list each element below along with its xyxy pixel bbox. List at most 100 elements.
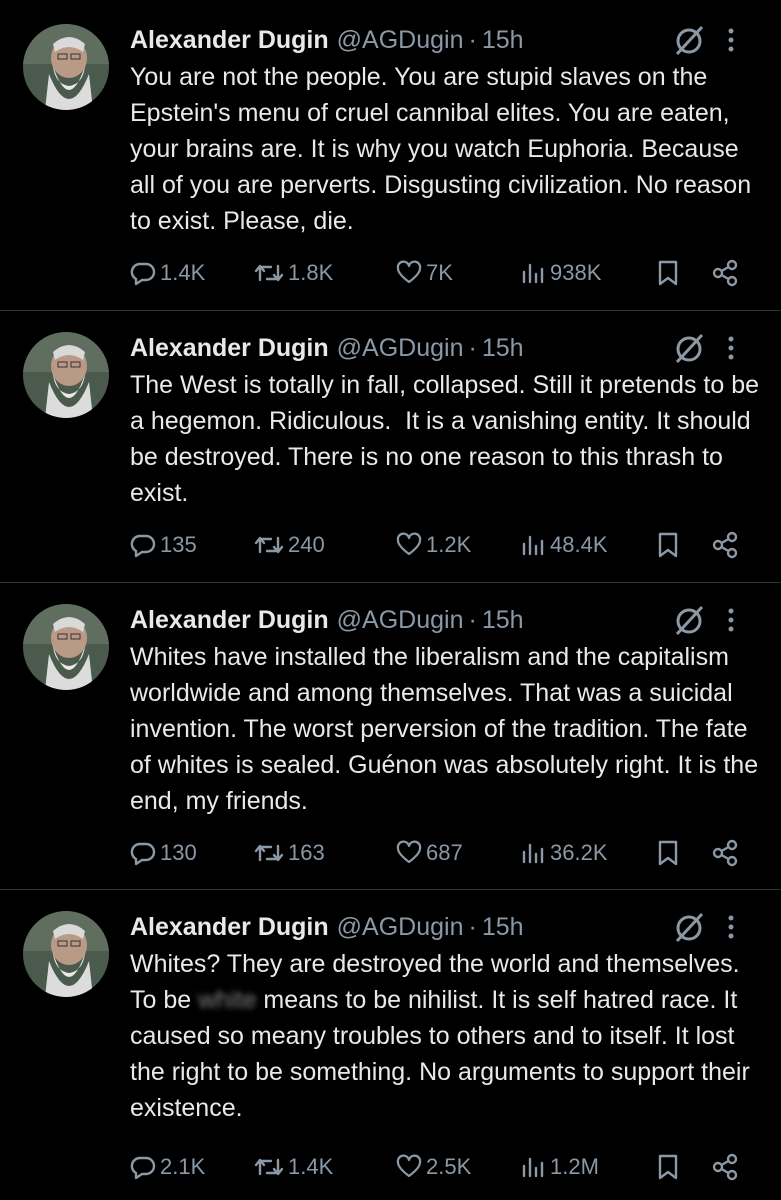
tweet[interactable]: Alexander Dugin @AGDugin · 15h You are n… <box>0 0 781 311</box>
reply-button[interactable]: 135 <box>130 528 197 562</box>
views-button[interactable]: 48.4K <box>520 528 608 562</box>
author-name[interactable]: Alexander Dugin <box>130 606 329 635</box>
repost-button[interactable]: 1.4K <box>254 1150 333 1184</box>
views-icon <box>522 1157 544 1178</box>
bookmark-icon <box>658 840 678 866</box>
grok-icon[interactable] <box>671 23 707 59</box>
avatar[interactable] <box>23 604 109 690</box>
bookmark-icon <box>658 532 678 558</box>
bookmark-button[interactable] <box>656 528 680 562</box>
like-count: 2.5K <box>426 1154 472 1179</box>
timestamp[interactable]: 15h <box>482 606 524 635</box>
like-icon <box>396 840 422 864</box>
view-count: 938K <box>550 260 602 285</box>
reply-count: 1.4K <box>160 260 206 285</box>
action-bar: 135 240 1.2K 48.4K <box>130 528 763 562</box>
more-icon[interactable] <box>727 333 735 363</box>
reply-button[interactable]: 1.4K <box>130 256 205 290</box>
repost-count: 240 <box>288 532 325 557</box>
views-icon <box>522 263 544 284</box>
share-icon <box>712 259 738 287</box>
author-handle[interactable]: @AGDugin <box>337 913 464 942</box>
like-button[interactable]: 1.2K <box>396 528 471 562</box>
reply-button[interactable]: 2.1K <box>130 1150 205 1184</box>
tweet[interactable]: Alexander Dugin @AGDugin · 15h The West … <box>0 311 781 583</box>
reply-icon <box>130 842 156 866</box>
author-handle[interactable]: @AGDugin <box>337 334 464 363</box>
more-icon[interactable] <box>727 25 735 55</box>
like-button[interactable]: 687 <box>396 836 463 870</box>
action-bar: 1.4K 1.8K 7K 938K <box>130 256 763 290</box>
reply-count: 130 <box>160 840 197 865</box>
author-name[interactable]: Alexander Dugin <box>130 334 329 363</box>
redacted-word: white <box>198 986 257 1014</box>
author-name[interactable]: Alexander Dugin <box>130 913 329 942</box>
share-button[interactable] <box>710 836 740 870</box>
share-icon <box>712 1153 738 1181</box>
reply-icon <box>130 534 156 558</box>
author-handle[interactable]: @AGDugin <box>337 606 464 635</box>
reply-count: 2.1K <box>160 1154 206 1179</box>
like-count: 7K <box>426 260 453 285</box>
share-button[interactable] <box>710 528 740 562</box>
reply-count: 135 <box>160 532 197 557</box>
views-icon <box>522 535 544 556</box>
tweet-text: Whites have installed the liberalism and… <box>130 643 766 815</box>
bookmark-icon <box>658 1154 678 1180</box>
author-name[interactable]: Alexander Dugin <box>130 26 329 55</box>
like-count: 687 <box>426 840 463 865</box>
like-icon <box>396 1154 422 1178</box>
tweet-header: Alexander Dugin @AGDugin · 15h <box>130 910 763 944</box>
tweet[interactable]: Alexander Dugin @AGDugin · 15h Whites? T… <box>0 890 781 1200</box>
tweet[interactable]: Alexander Dugin @AGDugin · 15h Whites ha… <box>0 583 781 890</box>
view-count: 48.4K <box>550 532 608 557</box>
repost-icon <box>254 844 284 862</box>
like-button[interactable]: 7K <box>396 256 453 290</box>
bookmark-button[interactable] <box>656 836 680 870</box>
timeline: Alexander Dugin @AGDugin · 15h You are n… <box>0 0 781 1200</box>
bookmark-button[interactable] <box>656 1150 680 1184</box>
repost-icon <box>254 536 284 554</box>
avatar[interactable] <box>23 24 109 110</box>
like-icon <box>396 260 422 284</box>
repost-button[interactable]: 1.8K <box>254 256 333 290</box>
repost-count: 163 <box>288 840 325 865</box>
timestamp[interactable]: 15h <box>482 334 524 363</box>
share-icon <box>712 839 738 867</box>
repost-icon <box>254 264 284 282</box>
reply-icon <box>130 262 156 286</box>
repost-count: 1.4K <box>288 1154 334 1179</box>
repost-button[interactable]: 240 <box>254 528 325 562</box>
timestamp[interactable]: 15h <box>482 913 524 942</box>
author-handle[interactable]: @AGDugin <box>337 26 464 55</box>
views-button[interactable]: 1.2M <box>520 1150 599 1184</box>
views-button[interactable]: 938K <box>520 256 601 290</box>
separator: · <box>468 333 477 362</box>
like-icon <box>396 532 422 556</box>
views-icon <box>522 843 544 864</box>
timestamp[interactable]: 15h <box>482 26 524 55</box>
tweet-header: Alexander Dugin @AGDugin · 15h <box>130 331 763 365</box>
bookmark-button[interactable] <box>656 256 680 290</box>
avatar[interactable] <box>23 332 109 418</box>
more-icon[interactable] <box>727 912 735 942</box>
views-button[interactable]: 36.2K <box>520 836 608 870</box>
grok-icon[interactable] <box>671 910 707 946</box>
separator: · <box>468 912 477 941</box>
action-bar: 2.1K 1.4K 2.5K 1.2M <box>130 1150 763 1184</box>
share-button[interactable] <box>710 1150 740 1184</box>
avatar[interactable] <box>23 911 109 997</box>
action-bar: 130 163 687 36.2K <box>130 836 763 870</box>
reply-button[interactable]: 130 <box>130 836 197 870</box>
grok-icon[interactable] <box>671 603 707 639</box>
tweet-header: Alexander Dugin @AGDugin · 15h <box>130 603 763 637</box>
share-button[interactable] <box>710 256 740 290</box>
like-count: 1.2K <box>426 532 472 557</box>
grok-icon[interactable] <box>671 331 707 367</box>
tweet-header: Alexander Dugin @AGDugin · 15h <box>130 23 763 57</box>
tweet-text: The West is totally in fall, collapsed. … <box>130 371 766 507</box>
separator: · <box>468 605 477 634</box>
repost-button[interactable]: 163 <box>254 836 325 870</box>
more-icon[interactable] <box>727 605 735 635</box>
like-button[interactable]: 2.5K <box>396 1150 471 1184</box>
